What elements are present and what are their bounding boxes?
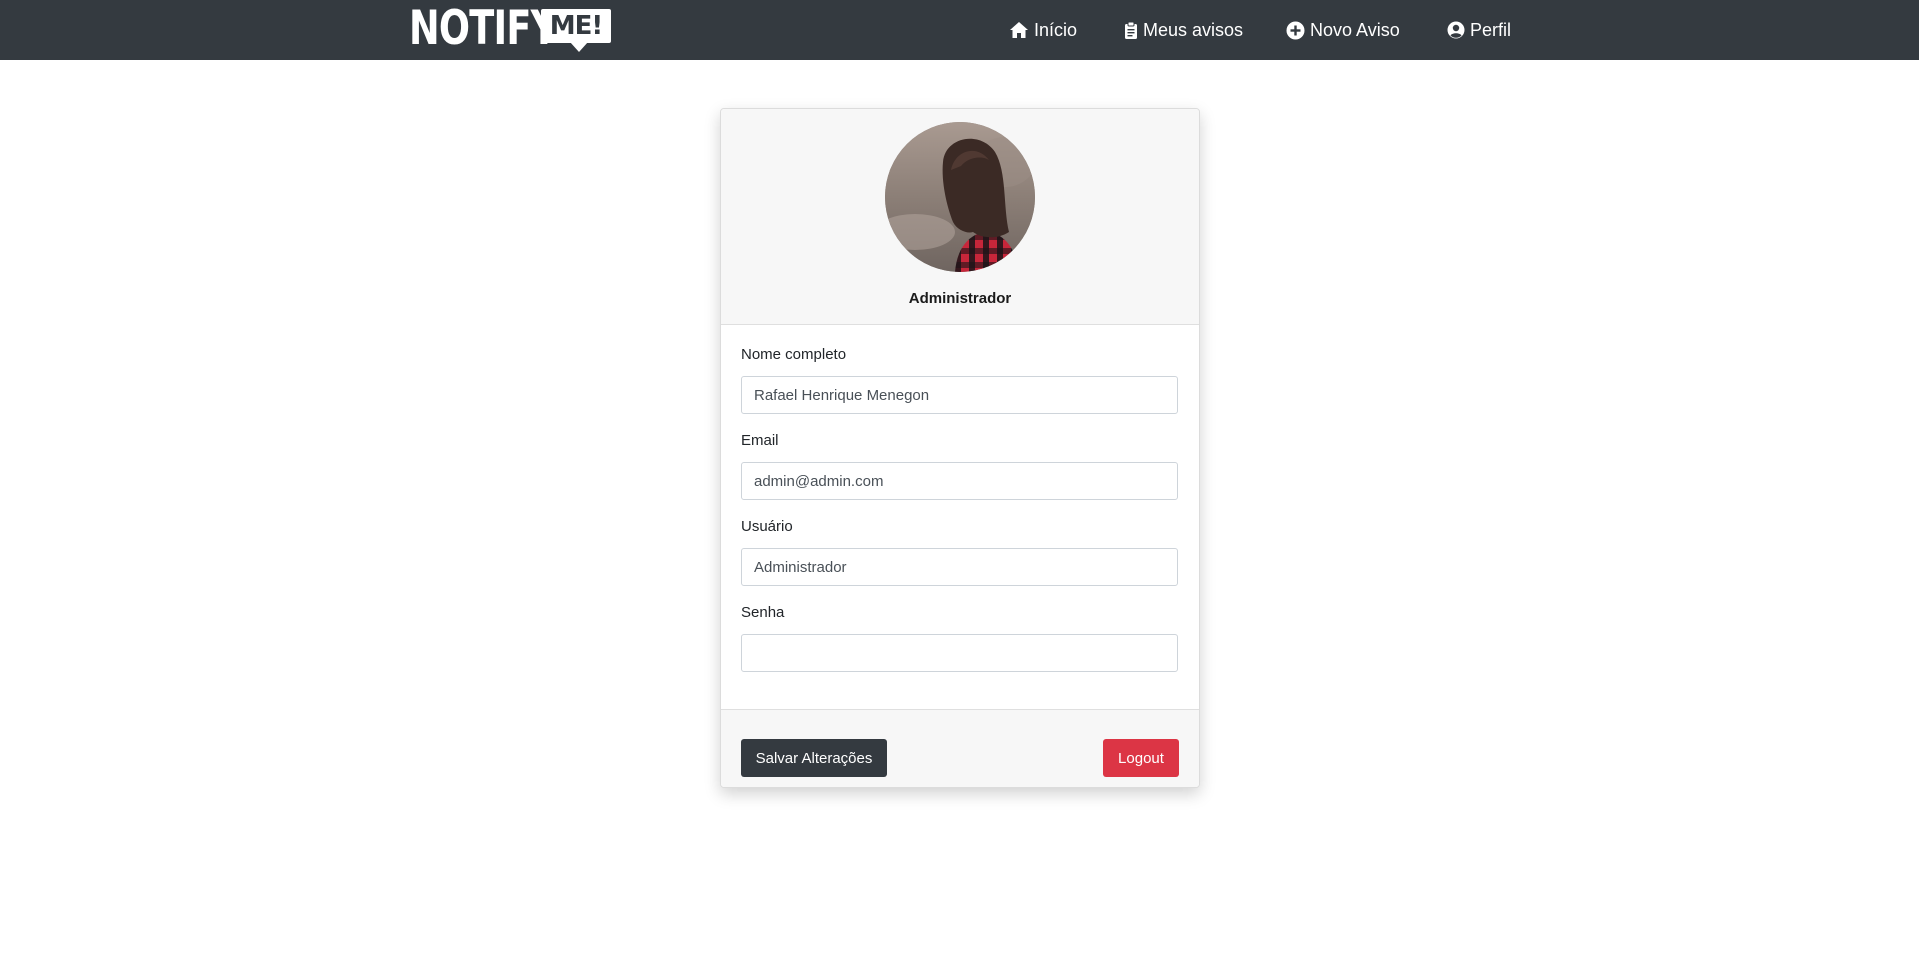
brand-logo-badge: ME! — [541, 9, 611, 52]
nav-link-label: Perfil — [1470, 19, 1512, 40]
nav-link-inicio[interactable]: Início — [1009, 0, 1077, 60]
email-label: Email — [741, 432, 779, 449]
password-label: Senha — [741, 604, 785, 621]
profile-card: Administrador Nome completo Email Usuári… — [720, 108, 1200, 788]
username-label: Usuário — [741, 518, 793, 535]
brand-logo[interactable]: NOTIFY ME! — [409, 1, 611, 56]
clipboard-icon — [1124, 21, 1138, 40]
nav-link-meus-avisos[interactable]: Meus avisos — [1124, 0, 1243, 60]
username-input[interactable] — [741, 548, 1178, 586]
logout-button[interactable]: Logout — [1103, 739, 1179, 777]
nav-link-novo-aviso[interactable]: Novo Aviso — [1286, 0, 1400, 60]
nav-link-label: Novo Aviso — [1310, 19, 1400, 40]
avatar — [885, 122, 1035, 272]
profile-card-header: Administrador — [721, 109, 1199, 325]
full-name-label: Nome completo — [741, 346, 847, 363]
nav-link-label: Início — [1034, 19, 1078, 40]
profile-display-name: Administrador — [908, 290, 1012, 307]
top-navbar: NOTIFY ME! Início Meus avisos Novo Aviso… — [0, 0, 1919, 60]
home-icon — [1009, 21, 1029, 39]
email-input[interactable] — [741, 462, 1178, 500]
nav-link-label: Meus avisos — [1143, 19, 1244, 40]
password-input[interactable] — [741, 634, 1178, 672]
user-circle-icon — [1447, 21, 1465, 39]
profile-card-footer: Salvar Alterações Logout — [721, 709, 1199, 787]
nav-link-perfil[interactable]: Perfil — [1447, 0, 1511, 60]
brand-logo-text: NOTIFY — [409, 1, 557, 56]
plus-circle-icon — [1286, 21, 1305, 40]
save-changes-button[interactable]: Salvar Alterações — [741, 739, 887, 777]
full-name-input[interactable] — [741, 376, 1178, 414]
